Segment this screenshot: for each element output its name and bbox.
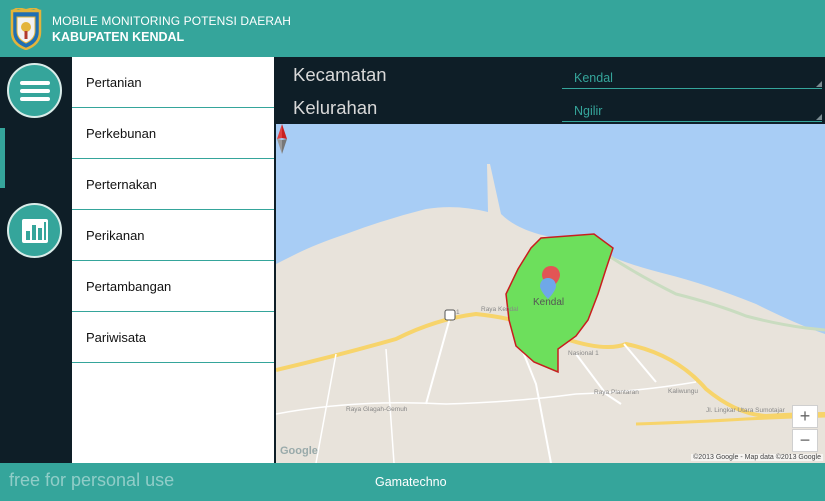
category-item-perternakan[interactable]: Perternakan (72, 159, 274, 210)
app-title-line1: MOBILE MONITORING POTENSI DAERAH (52, 14, 292, 28)
menu-icon (19, 80, 50, 101)
rail-active-indicator (0, 128, 5, 188)
kelurahan-label: Kelurahan (293, 97, 378, 118)
statistics-button[interactable] (7, 203, 62, 258)
minor-road (276, 348, 697, 463)
map-attribution: ©2013 Google - Map data ©2013 Google (691, 454, 823, 461)
map-label-raya-glagah: Raya Glagah-Gemuh (346, 406, 408, 413)
kendal-logo (10, 8, 42, 50)
app-footer: free for personal use Gamatechno (0, 463, 825, 501)
map-label-jl-lingkar: Jl. Lingkar Utara Sumotajar (706, 407, 785, 414)
route-shield (444, 309, 456, 321)
kelurahan-select-value: Ngilir (574, 104, 603, 118)
app-header: MOBILE MONITORING POTENSI DAERAH KABUPAT… (0, 0, 825, 57)
kecamatan-select[interactable]: Kendal (562, 63, 822, 89)
bar-chart-icon (21, 218, 48, 243)
map-label-nasional: Nasional 1 (568, 350, 599, 357)
zoom-in-button[interactable]: + (792, 405, 818, 428)
map-label-raya-kendal: Raya Kendal (481, 306, 519, 313)
map-label-route: 1 (456, 309, 460, 316)
map-view[interactable]: 1 Kendal Raya Kendal Nasional 1 Kaliwung… (276, 124, 825, 463)
google-logo: Google (280, 445, 318, 457)
map-label-raya-plantaran: Raya Plantaran (594, 389, 639, 396)
icon-rail (0, 57, 825, 470)
category-item-pertambangan[interactable]: Pertambangan (72, 261, 274, 312)
category-item-perikanan[interactable]: Perikanan (72, 210, 274, 261)
map-marker-label: Kendal (533, 297, 565, 308)
kecamatan-select-value: Kendal (574, 71, 613, 85)
category-item-pertanian[interactable]: Pertanian (72, 57, 274, 108)
dropdown-triangle-icon (816, 114, 822, 120)
footer-credit: Gamatechno (375, 475, 447, 489)
zoom-out-button[interactable]: − (792, 429, 818, 452)
filter-panel: Kecamatan Kendal Kelurahan Ngilir (276, 57, 825, 124)
compass-icon[interactable] (276, 124, 288, 154)
map-label-kaliwungu: Kaliwungu (668, 388, 698, 395)
dropdown-triangle-icon (816, 81, 822, 87)
kecamatan-label: Kecamatan (293, 64, 387, 85)
app-title-line2: KABUPATEN KENDAL (52, 30, 185, 44)
menu-button[interactable] (7, 63, 62, 118)
category-item-pariwisata[interactable]: Pariwisata (72, 312, 274, 363)
category-list: Pertanian Perkebunan Perternakan Perikan… (72, 57, 274, 463)
kelurahan-select[interactable]: Ngilir (562, 96, 822, 122)
app-window: MOBILE MONITORING POTENSI DAERAH KABUPAT… (0, 0, 825, 501)
watermark-text: free for personal use (9, 470, 175, 490)
category-item-perkebunan[interactable]: Perkebunan (72, 108, 274, 159)
